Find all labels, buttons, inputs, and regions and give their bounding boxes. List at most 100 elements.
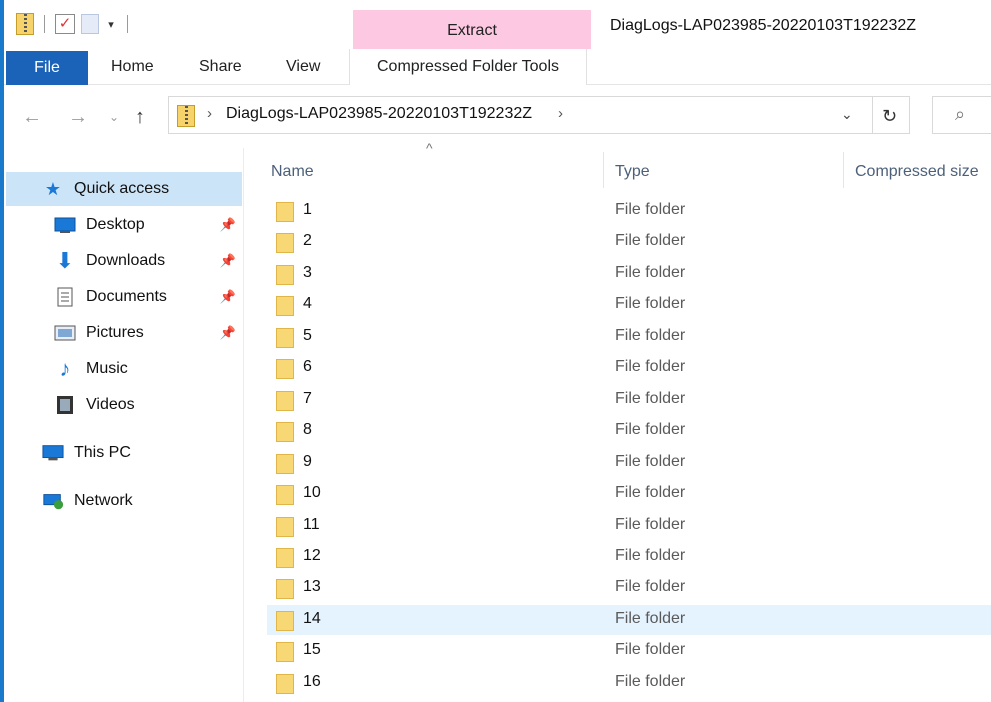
tab-share[interactable]: Share xyxy=(199,49,242,85)
column-divider[interactable] xyxy=(843,152,844,188)
file-name[interactable]: 2 xyxy=(303,232,312,250)
file-name[interactable]: 5 xyxy=(303,327,312,345)
file-type: File folder xyxy=(615,421,686,439)
file-row[interactable]: 15 File folder xyxy=(267,636,991,666)
navigation-bar: ← → ⌄ ↑ › DiagLogs-LAP023985-20220103T19… xyxy=(4,86,991,148)
file-row[interactable]: 1 File folder xyxy=(267,196,991,226)
file-row[interactable]: 2 File folder xyxy=(267,227,991,257)
search-input[interactable]: ⌕ xyxy=(932,96,991,134)
file-type: File folder xyxy=(615,515,686,533)
file-row[interactable]: 8 File folder xyxy=(267,416,991,446)
file-row[interactable]: 16 File folder xyxy=(267,668,991,698)
file-name[interactable]: 8 xyxy=(303,421,312,439)
chevron-right-icon[interactable]: › xyxy=(207,105,212,122)
file-row[interactable]: 9 File folder xyxy=(267,448,991,478)
file-row[interactable]: 13 File folder xyxy=(267,573,991,603)
file-row[interactable]: 4 File folder xyxy=(267,290,991,320)
folder-icon xyxy=(276,453,294,474)
tab-compressed-folder-tools[interactable]: Compressed Folder Tools xyxy=(349,49,587,85)
recent-locations-icon[interactable]: ⌄ xyxy=(109,110,119,124)
file-row[interactable]: 10 File folder xyxy=(267,479,991,509)
videos-icon xyxy=(54,395,76,415)
toolbar-separator xyxy=(44,15,45,33)
nav-item-label: Pictures xyxy=(86,324,144,341)
nav-item-videos[interactable]: Videos xyxy=(6,388,242,422)
column-header-type[interactable]: Type xyxy=(615,160,650,184)
tab-file[interactable]: File xyxy=(6,51,88,85)
back-icon[interactable]: ← xyxy=(22,106,42,129)
file-name[interactable]: 15 xyxy=(303,641,321,659)
folder-icon xyxy=(276,516,294,537)
nav-item-label: Documents xyxy=(86,288,167,305)
file-list: ^ Name Type Compressed size 1 File folder… xyxy=(245,140,991,702)
file-name[interactable]: 13 xyxy=(303,578,321,596)
file-row[interactable]: 11 File folder xyxy=(267,511,991,541)
file-row[interactable]: 14 File folder xyxy=(267,604,991,635)
nav-item-network[interactable]: Network xyxy=(6,484,242,518)
folder-icon xyxy=(276,327,294,348)
pin-icon[interactable]: 📌 xyxy=(220,325,236,341)
download-icon: ⬇ xyxy=(55,248,75,273)
file-row[interactable]: 3 File folder xyxy=(267,259,991,289)
file-name[interactable]: 1 xyxy=(303,201,312,219)
pin-icon[interactable]: 📌 xyxy=(220,253,236,269)
file-type: File folder xyxy=(615,546,686,564)
address-history-icon[interactable]: ⌄ xyxy=(841,106,853,123)
tab-view[interactable]: View xyxy=(286,49,320,85)
nav-item-this-pc[interactable]: This PC xyxy=(6,436,242,470)
folder-icon xyxy=(276,485,294,506)
tab-home[interactable]: Home xyxy=(111,49,154,85)
file-type: File folder xyxy=(615,295,686,313)
file-name[interactable]: 10 xyxy=(303,484,321,502)
file-type: File folder xyxy=(615,326,686,344)
network-icon xyxy=(42,491,64,511)
address-bar[interactable]: › DiagLogs-LAP023985-20220103T192232Z › … xyxy=(168,96,873,134)
nav-item-label: This PC xyxy=(74,444,131,461)
file-type: File folder xyxy=(615,452,686,470)
chevron-right-icon[interactable]: › xyxy=(558,105,563,122)
file-name[interactable]: 14 xyxy=(303,610,321,628)
file-name[interactable]: 11 xyxy=(303,516,320,534)
file-name[interactable]: 7 xyxy=(303,390,312,408)
up-icon[interactable]: ↑ xyxy=(135,106,145,129)
refresh-icon[interactable]: ↻ xyxy=(870,96,910,134)
new-folder-icon[interactable] xyxy=(81,14,99,34)
folder-icon xyxy=(276,233,294,254)
nav-item-documents[interactable]: Documents 📌 xyxy=(6,280,242,314)
folder-icon xyxy=(276,610,294,631)
file-name[interactable]: 6 xyxy=(303,358,312,376)
file-name[interactable]: 9 xyxy=(303,453,312,471)
nav-item-music[interactable]: ♪ Music xyxy=(6,352,242,386)
file-row[interactable]: 5 File folder xyxy=(267,322,991,352)
file-name[interactable]: 16 xyxy=(303,673,321,691)
file-name[interactable]: 3 xyxy=(303,264,312,282)
ribbon-tabs: File Home Share View Compressed Folder T… xyxy=(4,49,991,85)
file-row[interactable]: 12 File folder xyxy=(267,542,991,572)
music-icon: ♪ xyxy=(59,356,71,381)
file-row[interactable]: 7 File folder xyxy=(267,385,991,415)
properties-icon[interactable]: ✓ xyxy=(55,14,75,34)
file-name[interactable]: 4 xyxy=(303,295,312,313)
column-header-compressed-size[interactable]: Compressed size xyxy=(855,160,979,184)
pin-icon[interactable]: 📌 xyxy=(220,289,236,305)
column-header-name[interactable]: Name xyxy=(271,160,314,184)
file-type: File folder xyxy=(615,578,686,596)
customize-toolbar-icon[interactable]: ▾ xyxy=(105,18,117,31)
toolbar-separator xyxy=(127,15,128,33)
file-row[interactable]: 6 File folder xyxy=(267,353,991,383)
address-path[interactable]: DiagLogs-LAP023985-20220103T192232Z xyxy=(226,105,532,123)
nav-item-pictures[interactable]: Pictures 📌 xyxy=(6,316,242,350)
nav-item-label: Videos xyxy=(86,396,135,413)
folder-icon xyxy=(276,642,294,663)
column-divider[interactable] xyxy=(603,152,604,188)
nav-item-desktop[interactable]: Desktop 📌 xyxy=(6,208,242,242)
nav-item-downloads[interactable]: ⬇ Downloads 📌 xyxy=(6,244,242,278)
forward-icon[interactable]: → xyxy=(68,106,88,129)
folder-icon xyxy=(276,579,294,600)
pin-icon[interactable]: 📌 xyxy=(220,217,236,233)
search-icon: ⌕ xyxy=(955,104,966,124)
file-type: File folder xyxy=(615,484,686,502)
file-name[interactable]: 12 xyxy=(303,547,321,565)
nav-item-quick-access[interactable]: ★ Quick access xyxy=(6,172,242,206)
title-bar: ✓ ▾ Extract DiagLogs-LAP023985-20220103T… xyxy=(4,0,991,49)
